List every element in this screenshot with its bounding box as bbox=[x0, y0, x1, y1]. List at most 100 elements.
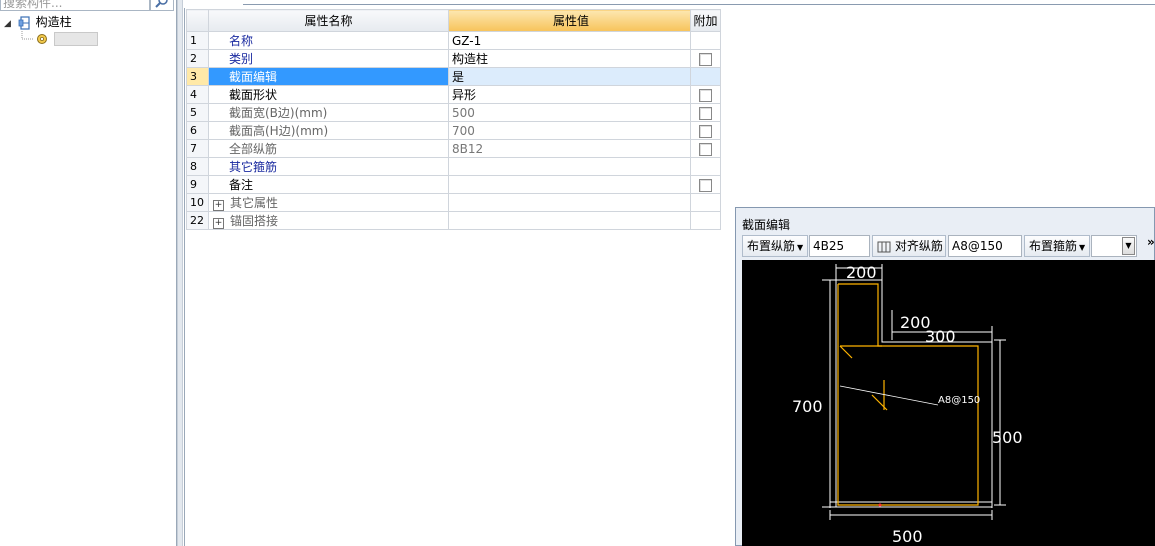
place-stirrup-button[interactable]: 布置箍筋 ▼ bbox=[1024, 235, 1090, 257]
additional-cell bbox=[690, 85, 721, 104]
property-name: 锚固搭接 bbox=[230, 214, 279, 228]
property-name-cell[interactable]: 类别 bbox=[208, 49, 449, 68]
property-value-cell[interactable] bbox=[448, 175, 691, 194]
additional-cell bbox=[690, 67, 721, 86]
panel-splitter[interactable] bbox=[177, 0, 183, 546]
property-value-cell[interactable]: 构造柱 bbox=[448, 49, 691, 68]
place-long-bar-label: 布置纵筋 bbox=[747, 239, 796, 253]
property-row[interactable]: 22 + 锚固搭接 bbox=[186, 211, 721, 230]
row-number: 22 bbox=[186, 211, 209, 230]
property-name: 名称 bbox=[229, 34, 254, 48]
dim-bottom-500: 500 bbox=[892, 527, 923, 546]
additional-cell bbox=[690, 157, 721, 176]
tree-node-child-label[interactable] bbox=[53, 31, 98, 46]
property-row[interactable]: 9 备注 bbox=[186, 175, 721, 194]
additional-cell bbox=[690, 139, 721, 158]
additional-checkbox[interactable] bbox=[699, 52, 712, 66]
expand-plus-icon[interactable]: + bbox=[213, 200, 224, 211]
additional-checkbox[interactable] bbox=[699, 106, 712, 120]
additional-checkbox[interactable] bbox=[699, 142, 712, 156]
tree-node-child[interactable] bbox=[20, 30, 98, 46]
rebar-point bbox=[878, 503, 882, 507]
stirrup-label: A8@150 bbox=[938, 395, 980, 406]
dim-step-300: 300 bbox=[925, 327, 956, 346]
align-long-bar-button[interactable]: 对齐纵筋 bbox=[872, 235, 946, 257]
row-number: 6 bbox=[186, 121, 209, 140]
additional-cell bbox=[690, 31, 721, 50]
dim-top-partial: 200 bbox=[846, 263, 877, 282]
top-toolbar-edge bbox=[243, 0, 1155, 5]
property-name-cell[interactable]: 截面编辑 bbox=[208, 67, 449, 86]
expand-plus-icon[interactable]: + bbox=[213, 218, 224, 229]
property-name-cell[interactable]: 截面宽(B边)(mm) bbox=[208, 103, 449, 122]
additional-checkbox[interactable] bbox=[699, 88, 712, 102]
tree-node-root-label: 构造柱 bbox=[35, 15, 72, 29]
row-number: 9 bbox=[186, 175, 209, 194]
row-number: 4 bbox=[186, 85, 209, 104]
property-value-cell[interactable] bbox=[448, 193, 691, 212]
property-value-cell[interactable]: 是 bbox=[448, 67, 691, 86]
property-name: 其它箍筋 bbox=[229, 160, 278, 174]
property-value-cell[interactable]: 700 bbox=[448, 121, 691, 140]
property-value-cell[interactable] bbox=[448, 157, 691, 176]
header-property-name[interactable]: 属性名称 bbox=[208, 9, 449, 32]
property-row[interactable]: 1 名称 GZ-1 bbox=[186, 31, 721, 50]
property-name-cell[interactable]: 截面形状 bbox=[208, 85, 449, 104]
additional-checkbox[interactable] bbox=[699, 124, 712, 138]
property-row[interactable]: 3 截面编辑 是 bbox=[186, 67, 721, 86]
dim-right-500: 500 bbox=[992, 428, 1023, 447]
property-value-cell[interactable] bbox=[448, 211, 691, 230]
section-drawing-canvas[interactable]: 200 200 300 700 500 500 A8@150 bbox=[742, 260, 1155, 546]
section-editor-window: 截面编辑 布置纵筋▼ 4B25 对齐纵筋 A8@150 布置箍筋▼ ▼ » bbox=[735, 207, 1155, 546]
property-value-cell[interactable]: GZ-1 bbox=[448, 31, 691, 50]
property-name: 备注 bbox=[229, 178, 254, 192]
stirrup-input[interactable]: A8@150 bbox=[948, 235, 1022, 257]
gear-icon bbox=[36, 33, 47, 44]
header-additional[interactable]: 附加 bbox=[690, 9, 721, 32]
property-name-cell[interactable]: 截面高(H边)(mm) bbox=[208, 121, 449, 140]
stirrup-type-select[interactable]: ▼ bbox=[1091, 235, 1137, 257]
section-drawing: 200 200 300 700 500 500 A8@150 bbox=[792, 263, 1023, 546]
additional-cell bbox=[690, 193, 721, 212]
property-value-cell[interactable]: 8B12 bbox=[448, 139, 691, 158]
component-tree-panel: 搜索构件... ◢ 构造柱 bbox=[0, 0, 177, 546]
property-name-cell[interactable]: 其它箍筋 bbox=[208, 157, 449, 176]
property-row[interactable]: 10 + 其它属性 bbox=[186, 193, 721, 212]
additional-cell bbox=[690, 175, 721, 194]
additional-cell bbox=[690, 121, 721, 140]
property-row[interactable]: 7 全部纵筋 8B12 bbox=[186, 139, 721, 158]
property-name-cell[interactable]: 备注 bbox=[208, 175, 449, 194]
long-bar-input[interactable]: 4B25 bbox=[809, 235, 870, 257]
chevron-down-icon[interactable]: ▼ bbox=[1122, 237, 1135, 255]
property-name-cell[interactable]: 名称 bbox=[208, 31, 449, 50]
dropdown-arrow-icon: ▼ bbox=[1079, 243, 1086, 252]
align-icon bbox=[877, 241, 891, 252]
property-name-cell[interactable]: 全部纵筋 bbox=[208, 139, 449, 158]
place-long-bar-button[interactable]: 布置纵筋 ▼ bbox=[742, 235, 808, 257]
header-row-number bbox=[186, 9, 209, 32]
search-button[interactable] bbox=[150, 0, 174, 11]
property-row[interactable]: 2 类别 构造柱 bbox=[186, 49, 721, 68]
property-row[interactable]: 6 截面高(H边)(mm) 700 bbox=[186, 121, 721, 140]
row-number: 5 bbox=[186, 103, 209, 122]
row-number: 2 bbox=[186, 49, 209, 68]
tree-node-root[interactable]: ◢ 构造柱 bbox=[4, 14, 72, 30]
collapse-triangle-icon[interactable]: ◢ bbox=[4, 16, 14, 32]
dimension-labels: 200 200 300 700 500 500 A8@150 bbox=[792, 263, 1023, 546]
property-row[interactable]: 5 截面宽(B边)(mm) 500 bbox=[186, 103, 721, 122]
additional-cell bbox=[690, 103, 721, 122]
property-row[interactable]: 4 截面形状 异形 bbox=[186, 85, 721, 104]
property-row[interactable]: 8 其它箍筋 bbox=[186, 157, 721, 176]
section-editor-title: 截面编辑 bbox=[742, 218, 791, 232]
toolbar-overflow-button[interactable]: » bbox=[1147, 235, 1155, 249]
search-input[interactable]: 搜索构件... bbox=[0, 0, 150, 11]
component-group-icon bbox=[18, 15, 30, 30]
grid-header-row: 属性名称 属性值 附加 bbox=[186, 9, 721, 32]
property-name: 全部纵筋 bbox=[229, 142, 278, 156]
property-value-cell[interactable]: 异形 bbox=[448, 85, 691, 104]
additional-checkbox[interactable] bbox=[699, 178, 712, 192]
header-property-value[interactable]: 属性值 bbox=[448, 9, 691, 32]
property-name-cell[interactable]: + 锚固搭接 bbox=[208, 211, 449, 230]
property-value-cell[interactable]: 500 bbox=[448, 103, 691, 122]
property-name-cell[interactable]: + 其它属性 bbox=[208, 193, 449, 212]
